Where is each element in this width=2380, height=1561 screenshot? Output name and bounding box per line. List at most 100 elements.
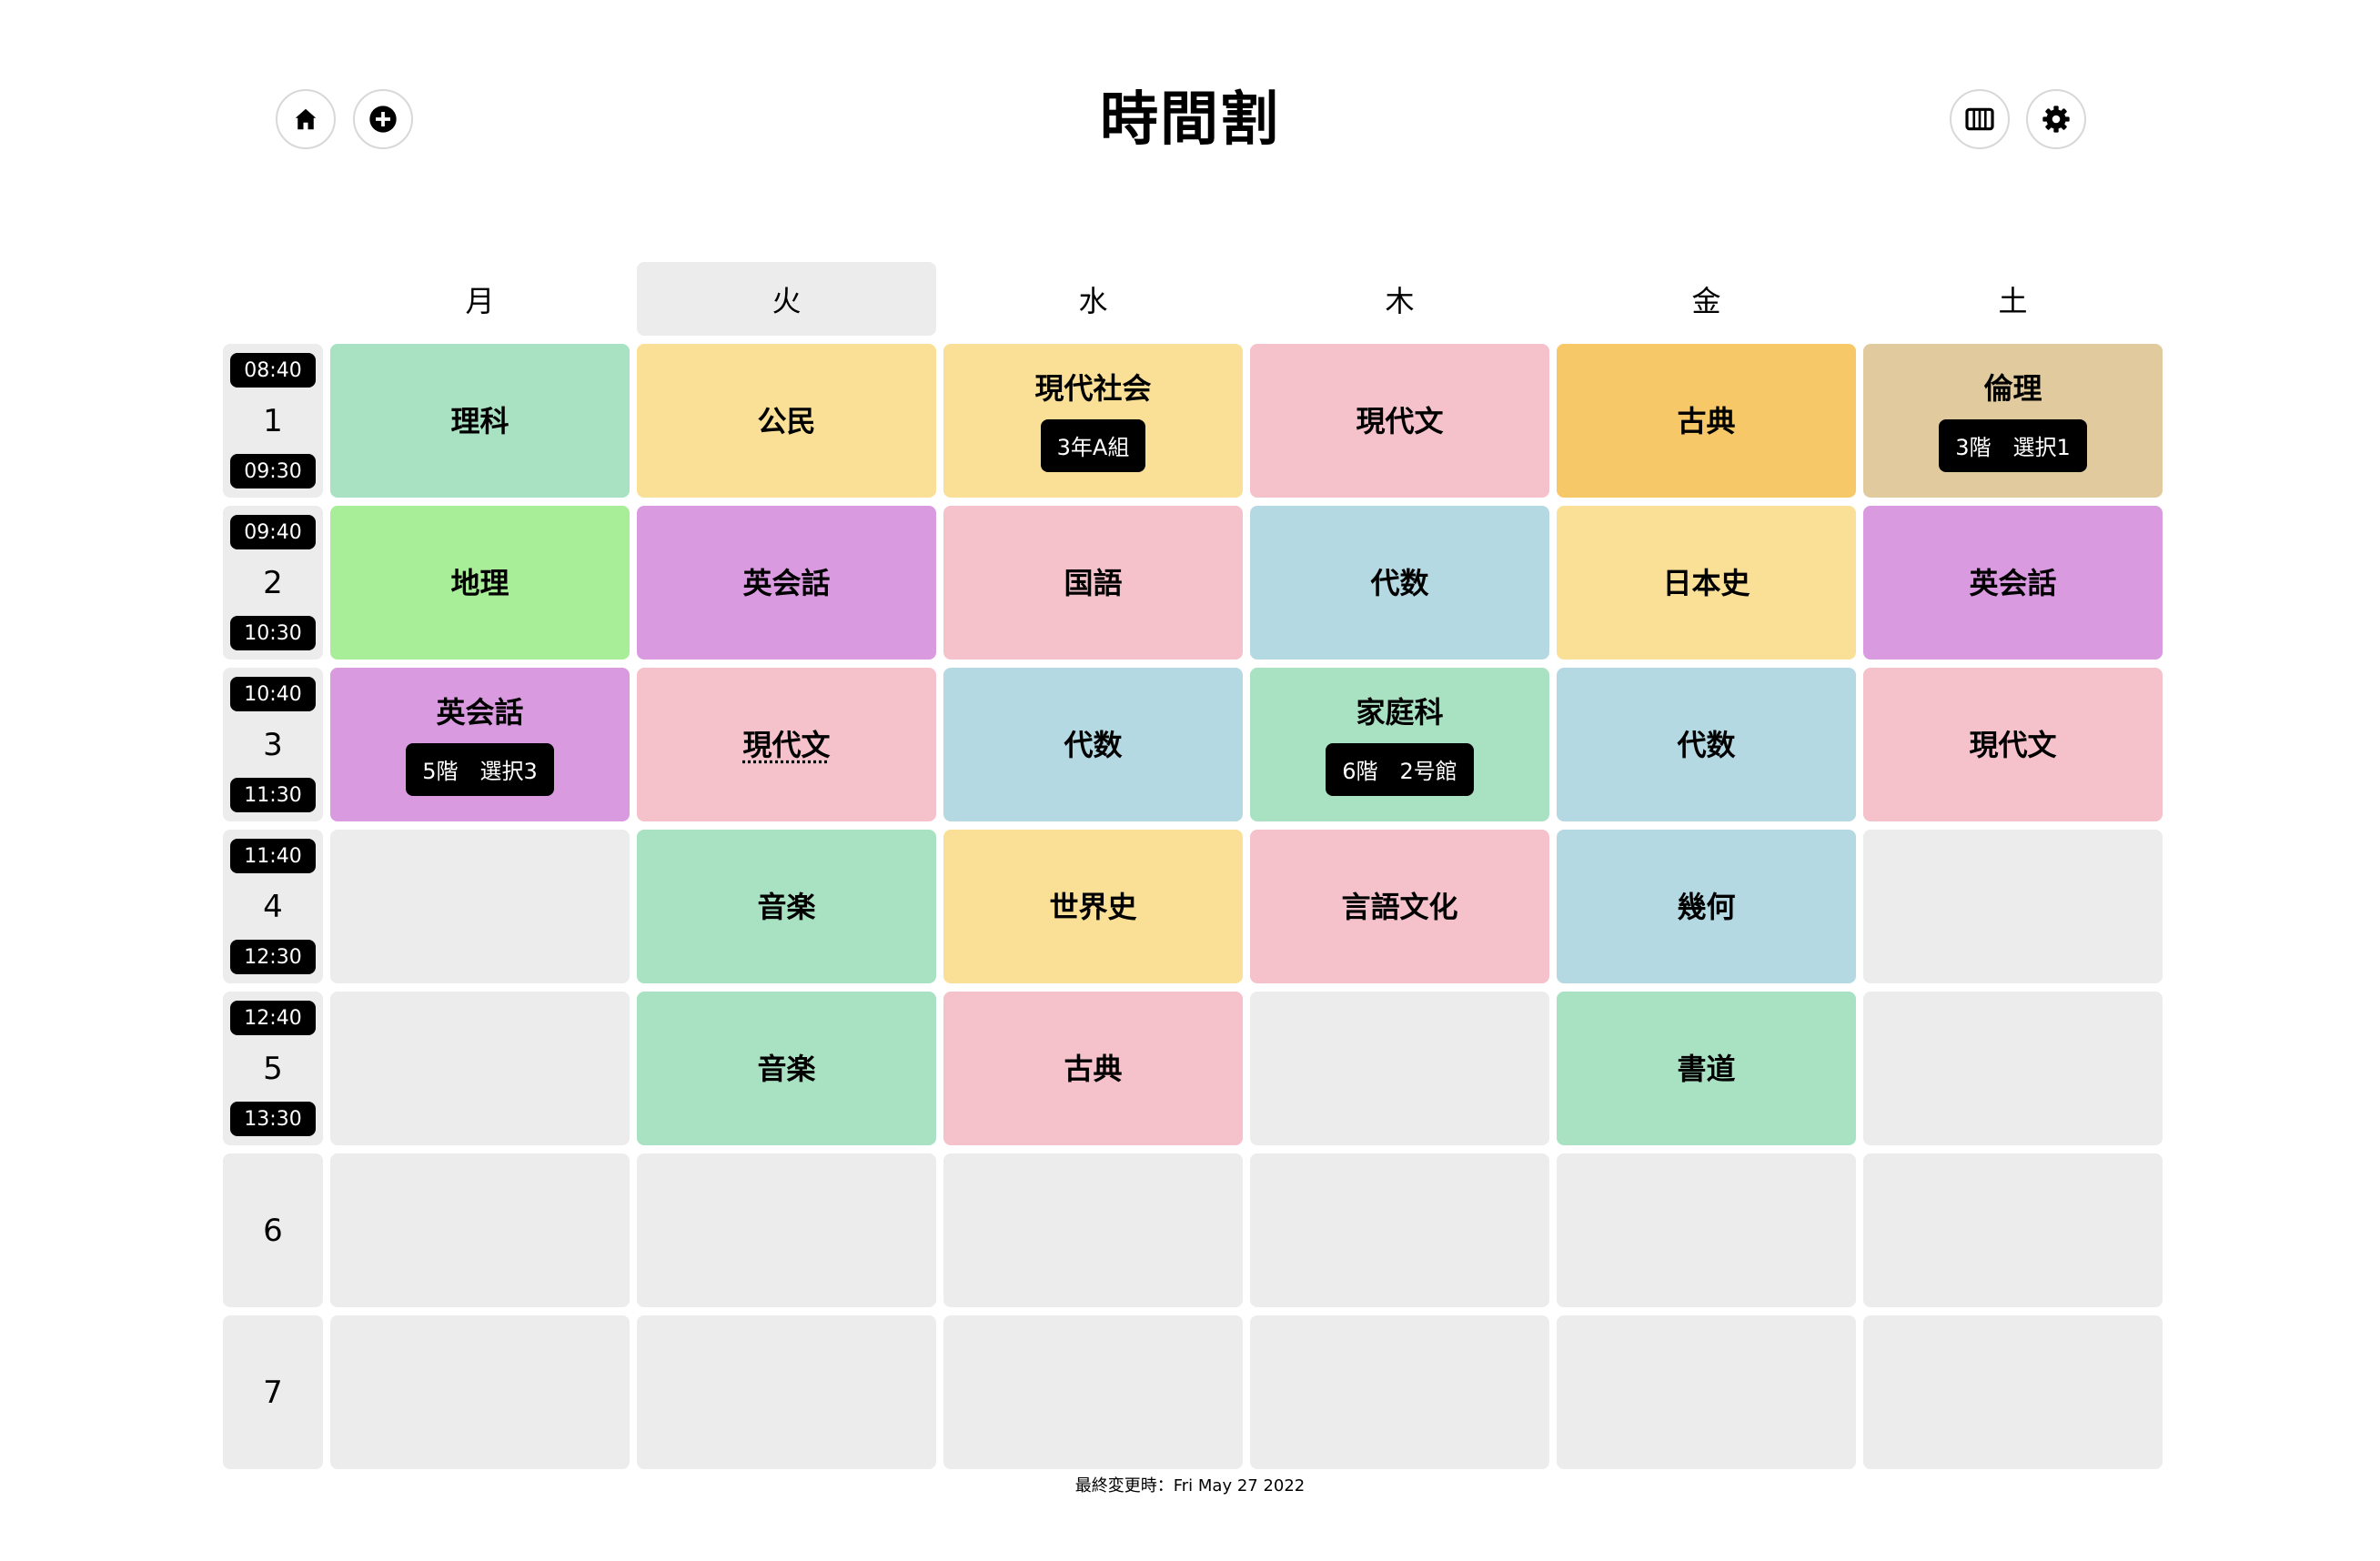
grid-corner [223, 262, 323, 336]
timetable-grid: 月火水木金土 08:40 1 09:30 理科 公民 現代社会 3年A組 現代文 古典 倫理 3階 選… [223, 262, 2163, 1469]
day-header: 水 [1078, 283, 1108, 318]
subject-name: 書道 [1677, 1051, 1736, 1086]
period-start-time: 09:40 [230, 515, 316, 549]
period-start-time: 11:40 [230, 839, 316, 873]
page-title: 時間割 [1100, 86, 1280, 154]
empty-cell[interactable] [1863, 992, 2163, 1145]
period-number: 3 [263, 726, 283, 763]
class-cell[interactable]: 代数 [1557, 668, 1856, 821]
class-cell[interactable]: 言語文化 [1250, 830, 1549, 983]
day-header: 木 [1385, 283, 1415, 318]
empty-cell[interactable] [330, 992, 630, 1145]
day-header: 金 [1691, 283, 1721, 318]
period-end-time: 09:30 [230, 454, 316, 488]
subject-name: 代数 [1064, 727, 1123, 762]
class-cell[interactable]: 国語 [943, 506, 1243, 660]
class-cell[interactable]: 現代文 [1250, 344, 1549, 498]
class-cell[interactable]: 書道 [1557, 992, 1856, 1145]
subject-name: 現代文 [1356, 403, 1444, 438]
period-number: 7 [263, 1374, 283, 1411]
class-cell[interactable]: 現代文 [1863, 668, 2163, 821]
period-cell[interactable]: 12:40 5 13:30 [223, 992, 323, 1145]
gear-icon [2042, 106, 2070, 133]
empty-cell[interactable] [1250, 1153, 1549, 1307]
last-modified: 最終変更時：Fri May 27 2022 [1074, 1476, 1306, 1496]
period-cell[interactable]: 7 [223, 1315, 323, 1469]
columns-button[interactable] [1950, 89, 2010, 149]
empty-cell[interactable] [943, 1153, 1243, 1307]
subject-name: 代数 [1370, 565, 1429, 600]
subject-name: 家庭科 [1356, 694, 1444, 730]
period-end-time: 13:30 [230, 1102, 316, 1136]
columns-icon [1965, 107, 1994, 131]
empty-cell[interactable] [1250, 992, 1549, 1145]
period-number: 6 [263, 1212, 283, 1249]
subject-name: 古典 [1677, 403, 1736, 438]
settings-button[interactable] [2026, 89, 2086, 149]
empty-cell[interactable] [637, 1153, 936, 1307]
subject-name: 英会話 [436, 694, 524, 730]
subject-name: 日本史 [1662, 565, 1750, 600]
subject-name: 代数 [1677, 727, 1736, 762]
empty-cell[interactable] [943, 1315, 1243, 1469]
empty-cell[interactable] [1863, 830, 2163, 983]
class-cell[interactable]: 公民 [637, 344, 936, 498]
subject-name: 現代文 [742, 727, 831, 762]
class-cell[interactable]: 英会話 [1863, 506, 2163, 660]
subject-name: 国語 [1064, 565, 1123, 600]
subject-name: 音楽 [757, 1051, 816, 1086]
subject-name: 言語文化 [1341, 889, 1458, 924]
class-cell[interactable]: 古典 [1557, 344, 1856, 498]
subject-name: 幾何 [1677, 889, 1736, 924]
empty-cell[interactable] [1557, 1153, 1856, 1307]
subject-name: 英会話 [1969, 565, 2057, 600]
class-cell[interactable]: 家庭科 6階 2号館 [1250, 668, 1549, 821]
subject-name: 現代文 [1969, 727, 2057, 762]
room-badge: 5階 選択3 [406, 742, 554, 796]
class-cell[interactable]: 幾何 [1557, 830, 1856, 983]
period-start-time: 12:40 [230, 1001, 316, 1035]
period-end-time: 12:30 [230, 940, 316, 974]
class-cell[interactable]: 音楽 [637, 992, 936, 1145]
subject-name: 音楽 [757, 889, 816, 924]
class-cell[interactable]: 日本史 [1557, 506, 1856, 660]
empty-cell[interactable] [330, 1153, 630, 1307]
empty-cell[interactable] [1863, 1315, 2163, 1469]
period-number: 2 [263, 564, 283, 601]
subject-name: 理科 [450, 403, 509, 438]
class-cell[interactable]: 倫理 3階 選択1 [1863, 344, 2163, 498]
room-badge: 6階 2号館 [1326, 742, 1474, 796]
empty-cell[interactable] [330, 830, 630, 983]
empty-cell[interactable] [330, 1315, 630, 1469]
class-cell[interactable]: 現代社会 3年A組 [943, 344, 1243, 498]
period-cell[interactable]: 11:40 4 12:30 [223, 830, 323, 983]
class-cell[interactable]: 世界史 [943, 830, 1243, 983]
class-cell[interactable]: 地理 [330, 506, 630, 660]
class-cell[interactable]: 代数 [943, 668, 1243, 821]
class-cell[interactable]: 英会話 5階 選択3 [330, 668, 630, 821]
class-cell[interactable]: 現代文 [637, 668, 936, 821]
empty-cell[interactable] [1557, 1315, 1856, 1469]
subject-name: 公民 [757, 403, 816, 438]
period-cell[interactable]: 09:40 2 10:30 [223, 506, 323, 660]
timetable-app: 時間割 月火水木金土 08:40 1 09:30 理科 公民 現代社会 3年A組現 [0, 0, 2380, 1561]
day-header: 火 [637, 262, 936, 336]
empty-cell[interactable] [637, 1315, 936, 1469]
subject-name: 地理 [450, 565, 509, 600]
subject-name: 倫理 [1983, 370, 2042, 406]
class-cell[interactable]: 英会話 [637, 506, 936, 660]
class-cell[interactable]: 古典 [943, 992, 1243, 1145]
period-number: 1 [263, 402, 283, 439]
period-start-time: 08:40 [230, 353, 316, 388]
class-cell[interactable]: 代数 [1250, 506, 1549, 660]
class-cell[interactable]: 音楽 [637, 830, 936, 983]
period-cell[interactable]: 08:40 1 09:30 [223, 344, 323, 498]
room-badge: 3階 選択1 [1939, 418, 2087, 472]
empty-cell[interactable] [1250, 1315, 1549, 1469]
period-number: 4 [263, 888, 283, 925]
subject-name: 世界史 [1049, 889, 1137, 924]
period-cell[interactable]: 6 [223, 1153, 323, 1307]
empty-cell[interactable] [1863, 1153, 2163, 1307]
period-cell[interactable]: 10:40 3 11:30 [223, 668, 323, 821]
class-cell[interactable]: 理科 [330, 344, 630, 498]
